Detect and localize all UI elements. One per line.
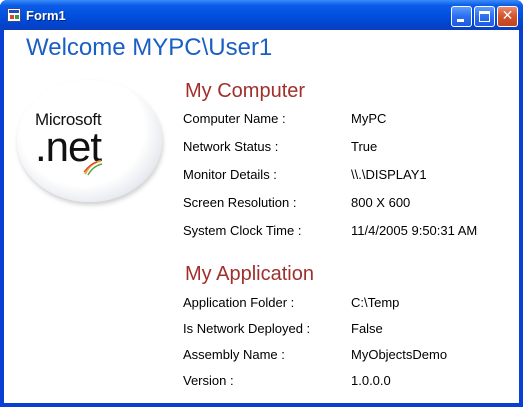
screen-resolution-value: 800 X 600 (351, 195, 411, 210)
monitor-details-value: \\.\DISPLAY1 (351, 167, 427, 182)
form-window: Form1 ✕ Welcome MYPC\User1 Microsoft .ne… (0, 0, 523, 407)
network-status-label: Network Status : (183, 139, 279, 154)
assembly-name-label: Assembly Name : (183, 347, 285, 362)
logo-swoosh-icon (83, 160, 103, 176)
my-application-heading: My Application (185, 263, 314, 285)
is-network-deployed-label: Is Network Deployed : (183, 321, 311, 336)
computer-name-label: Computer Name : (183, 111, 286, 126)
title-bar[interactable]: Form1 ✕ (0, 0, 523, 30)
monitor-details-label: Monitor Details : (183, 167, 277, 182)
screen-resolution-label: Screen Resolution : (183, 195, 297, 210)
form-window-icon[interactable] (7, 8, 21, 22)
form-client-area: Welcome MYPC\User1 Microsoft .net My Com… (4, 30, 519, 403)
minimize-icon (457, 19, 464, 22)
system-clock-time-label: System Clock Time : (183, 223, 302, 238)
assembly-name-value: MyObjectsDemo (351, 347, 448, 362)
maximize-icon (479, 11, 490, 22)
maximize-button[interactable] (474, 6, 495, 27)
window-title: Form1 (26, 8, 66, 23)
my-computer-heading: My Computer (185, 80, 306, 102)
application-folder-value: C:\Temp (351, 295, 400, 310)
close-button[interactable]: ✕ (497, 6, 518, 27)
version-value: 1.0.0.0 (351, 373, 391, 388)
is-network-deployed-value: False (351, 321, 383, 336)
close-icon: ✕ (501, 8, 514, 24)
dotnet-logo: Microsoft .net (17, 80, 162, 202)
network-status-value: True (351, 139, 378, 154)
minimize-button[interactable] (451, 6, 472, 27)
computer-name-value: MyPC (351, 111, 387, 126)
application-folder-label: Application Folder : (183, 295, 295, 310)
welcome-label: Welcome MYPC\User1 (26, 34, 273, 61)
version-label: Version : (183, 373, 234, 388)
system-clock-time-value: 11/4/2005 9:50:31 AM (351, 223, 478, 238)
